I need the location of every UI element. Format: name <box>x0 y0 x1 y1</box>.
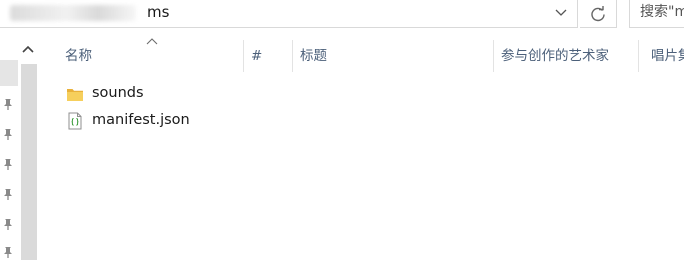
column-header-row: 名称 # 标题 参与创作的艺术家 唱片集 <box>38 28 684 82</box>
column-header-name[interactable]: 名称 <box>65 47 92 65</box>
column-divider[interactable] <box>638 40 639 72</box>
pin-icon[interactable] <box>2 98 14 110</box>
chevron-down-icon <box>555 9 567 16</box>
search-input[interactable]: 搜索"m <box>629 0 684 28</box>
json-file-icon <box>68 112 82 130</box>
pin-icon[interactable] <box>2 246 14 258</box>
column-divider[interactable] <box>493 40 494 72</box>
list-item-folder[interactable]: sounds <box>66 82 256 106</box>
file-explorer-window: ms 搜索"m 名称 # 标题 参与创作的艺术家 唱片 sounds manif… <box>0 0 684 260</box>
column-header-album[interactable]: 唱片集 <box>651 47 684 65</box>
pin-icon[interactable] <box>2 158 14 170</box>
nav-selected-item[interactable] <box>0 60 18 86</box>
nav-scrollbar-thumb[interactable] <box>21 64 37 260</box>
column-divider[interactable] <box>243 40 244 72</box>
current-folder-breadcrumb[interactable]: ms <box>147 2 169 22</box>
address-toolbar: ms 搜索"m <box>0 0 684 28</box>
file-name: manifest.json <box>92 112 190 128</box>
pin-icon[interactable] <box>2 188 14 200</box>
column-header-contributing-artists[interactable]: 参与创作的艺术家 <box>501 47 609 65</box>
refresh-button[interactable] <box>580 0 617 28</box>
pin-icon[interactable] <box>2 128 14 140</box>
folder-icon <box>67 89 83 101</box>
address-history-dropdown[interactable] <box>549 1 573 25</box>
chevron-up-icon <box>22 45 34 53</box>
sort-ascending-icon <box>146 38 158 45</box>
column-header-number[interactable]: # <box>251 47 262 65</box>
nav-scroll-up-button[interactable] <box>20 41 36 57</box>
address-bar[interactable]: ms <box>0 0 578 28</box>
pin-icon[interactable] <box>2 218 14 230</box>
blurred-path-segment <box>10 5 136 21</box>
search-placeholder: 搜索"m <box>640 4 684 20</box>
column-divider[interactable] <box>292 40 293 72</box>
column-header-title[interactable]: 标题 <box>300 47 327 65</box>
file-name: sounds <box>92 85 144 101</box>
list-item-file[interactable]: manifest.json <box>66 109 256 133</box>
navigation-pane <box>0 28 38 260</box>
refresh-icon <box>591 5 605 21</box>
